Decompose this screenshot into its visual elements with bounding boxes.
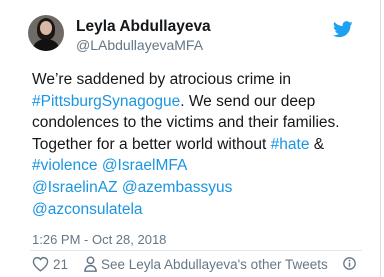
mention-link[interactable]: @azconsulatela: [32, 201, 143, 218]
card-border: [380, 0, 381, 277]
other-tweets-link[interactable]: See Leyla Abdullayeva's other Tweets: [101, 257, 328, 272]
like-count[interactable]: 21: [53, 257, 68, 272]
footer-divider: [30, 250, 362, 251]
avatar[interactable]: [28, 15, 64, 51]
tweet-text-segment: &: [313, 135, 325, 153]
hashtag-link[interactable]: #PittsburgSynagogue: [32, 93, 180, 110]
hashtag-link[interactable]: #hate: [271, 136, 310, 153]
tweet-text: We’re saddened by atrocious crime in #Pi…: [32, 69, 372, 220]
person-icon: [84, 256, 97, 272]
tweet-text-segment: We’re saddened by atrocious crime in: [32, 71, 292, 88]
twitter-bird-icon[interactable]: [333, 21, 353, 38]
mention-link[interactable]: @azembassyus: [122, 179, 233, 196]
avatar-shoulders: [33, 39, 59, 51]
author-display-name[interactable]: Leyla Abdullayeva: [76, 18, 211, 36]
tweet-timestamp[interactable]: 1:26 PM - Oct 28, 2018: [32, 232, 166, 247]
avatar-face: [40, 21, 52, 35]
mention-link[interactable]: @IsraelinAZ: [32, 179, 118, 196]
info-icon[interactable]: [343, 257, 356, 270]
author-handle[interactable]: @LAbdullayevaMFA: [76, 37, 203, 53]
heart-icon[interactable]: [32, 256, 49, 272]
hashtag-link[interactable]: #violence: [32, 157, 98, 174]
mention-link[interactable]: @IsraelMFA: [102, 157, 188, 174]
embedded-tweet: Leyla Abdullayeva @LAbdullayevaMFA We’re…: [0, 0, 384, 277]
